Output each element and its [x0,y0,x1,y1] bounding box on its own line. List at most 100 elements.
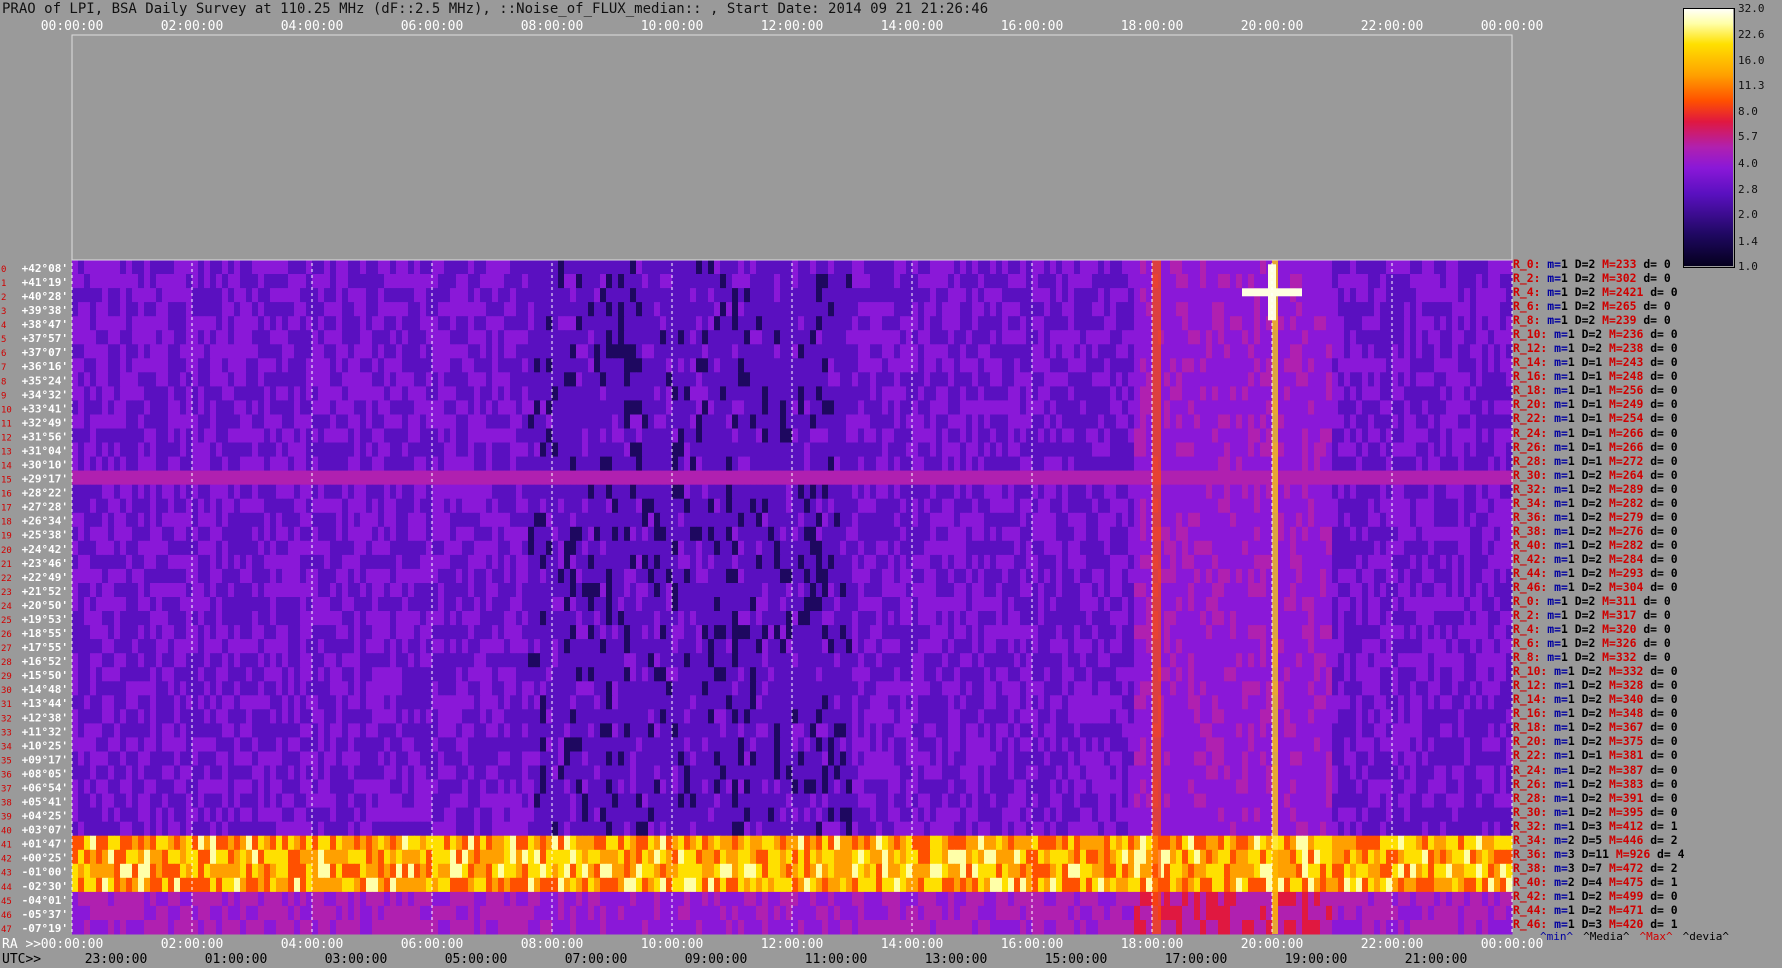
heatmap-cell [198,540,205,556]
heatmap-cell [126,526,133,542]
heatmap-cell [348,372,355,387]
heatmap-cell [1038,400,1045,415]
heatmap-cell [1434,274,1441,289]
heatmap-cell [282,372,289,387]
heatmap-cell [990,358,997,373]
heatmap-cell [1284,512,1291,528]
heatmap-cell [126,260,133,275]
heatmap-cell [162,456,169,472]
heatmap-cell [1206,484,1213,500]
heatmap-cell [1302,372,1309,387]
heatmap-cell [996,330,1003,345]
heatmap-cell [486,442,493,457]
heatmap-cell [738,484,745,500]
heatmap-cell [474,540,481,556]
heatmap-cell [648,274,655,289]
heatmap-cell [402,442,409,457]
heatmap-cell [522,330,529,345]
heatmap-cell [1308,372,1315,387]
heatmap-cell [792,358,799,373]
heatmap-cell [534,274,541,289]
heatmap-cell [516,470,523,486]
heatmap-cell [288,260,295,275]
heatmap-cell [300,274,307,289]
heatmap-cell [462,260,469,275]
heatmap-cell [1176,428,1183,443]
heatmap-cell [1230,414,1237,429]
heatmap-cell [870,470,877,486]
heatmap-cell [1110,316,1117,331]
heatmap-cell [468,316,475,331]
heatmap-cell [930,260,937,275]
heatmap-cell [714,526,721,542]
heatmap-cell [480,498,487,514]
heatmap-cell [1074,512,1081,528]
heatmap-cell [942,470,949,486]
heatmap-cell [978,344,985,359]
heatmap-cell [996,442,1003,457]
heatmap-cell [1218,456,1225,472]
heatmap-cell [1290,344,1297,359]
heatmap-cell [840,316,847,331]
heatmap-cell [744,484,751,500]
heatmap-cell [1194,344,1201,359]
heatmap-cell [1356,372,1363,387]
heatmap-cell [924,414,931,429]
heatmap-cell [654,428,661,443]
heatmap-cell [804,316,811,331]
heatmap-cell [360,316,367,331]
heatmap-cell [906,386,913,401]
heatmap-cell [1140,386,1147,401]
heatmap-cell [1308,456,1315,472]
heatmap-cell [1302,442,1309,457]
heatmap-cell [1182,400,1189,415]
heatmap-cell [138,456,145,472]
heatmap-cell [1506,344,1513,359]
heatmap-cell [954,414,961,429]
heatmap-cell [384,414,391,429]
heatmap-cell [294,470,301,486]
heatmap-cell [990,386,997,401]
heatmap-cell [804,274,811,289]
heatmap-cell [1212,274,1219,289]
heatmap-cell [432,498,439,514]
heatmap-cell [888,386,895,401]
heatmap-cell [894,414,901,429]
heatmap-cell [780,330,787,345]
heatmap-cell [360,512,367,528]
heatmap-cell [1206,470,1213,486]
heatmap-cell [660,512,667,528]
heatmap-cell [1278,260,1285,275]
heatmap-cell [1284,302,1291,317]
heatmap-cell [780,414,787,429]
heatmap-cell [1014,400,1021,415]
heatmap-cell [330,512,337,528]
heatmap-cell [414,372,421,387]
heatmap-cell [696,484,703,500]
heatmap-cell [1446,302,1453,317]
heatmap-cell [96,316,103,331]
heatmap-cell [246,288,253,303]
heatmap-cell [1326,288,1333,303]
heatmap-cell [342,526,349,542]
heatmap-cell [450,260,457,275]
heatmap-cell [534,372,541,387]
heatmap-cell [636,512,643,528]
heatmap-cell [876,288,883,303]
heatmap-cell [1416,302,1423,317]
heatmap-cell [834,386,841,401]
heatmap-cell [378,358,385,373]
heatmap-cell [588,330,595,345]
heatmap-cell [150,330,157,345]
heatmap-cell [246,260,253,275]
heatmap-cell [912,316,919,331]
heatmap-cell [564,484,571,500]
heatmap-cell [1008,344,1015,359]
heatmap-cell [1062,512,1069,528]
heatmap-cell [1422,400,1429,415]
heatmap-cell [684,316,691,331]
heatmap-cell [888,302,895,317]
heatmap-cell [1170,358,1177,373]
heatmap-cell [270,484,277,500]
heatmap-cell [1086,414,1093,429]
